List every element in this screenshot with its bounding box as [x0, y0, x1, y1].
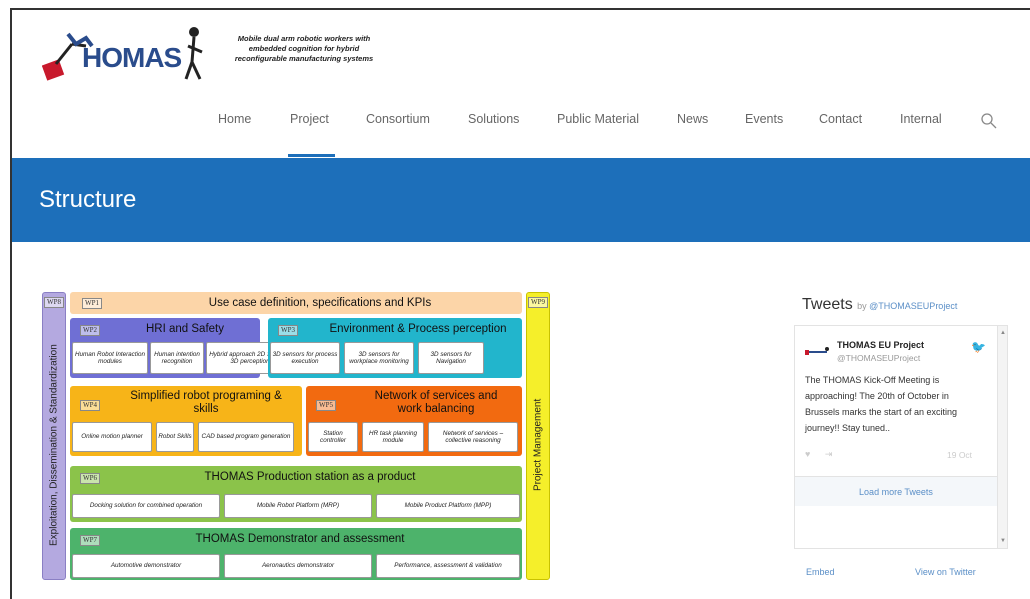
- wp2-title: HRI and Safety: [146, 323, 224, 335]
- wp7-cell: Performance, assessment & validation: [376, 554, 520, 578]
- nav-consortium[interactable]: Consortium: [366, 112, 430, 126]
- tweet-text: The THOMAS Kick-Off Meeting is approachi…: [805, 375, 958, 433]
- tweet-date[interactable]: 19 Oct: [947, 450, 972, 460]
- nav-home[interactable]: Home: [218, 112, 251, 126]
- nav-public-material[interactable]: Public Material: [557, 112, 639, 126]
- wp5-cell: Network of services – collective reasoni…: [428, 422, 518, 452]
- thomas-logo[interactable]: HOMAS: [42, 24, 212, 86]
- wp6-cell: Mobile Product Platform (MPP): [376, 494, 520, 518]
- wp2-box: WP2 HRI and Safety Human Robot Interacti…: [70, 318, 294, 378]
- wp7-cell: Aeronautics demonstrator: [224, 554, 372, 578]
- wp1-box: WP1 Use case definition, specifications …: [70, 292, 522, 314]
- wp2-cell: Human intention recognition: [150, 342, 204, 374]
- wp4-cell: Robot Skills: [156, 422, 194, 452]
- search-icon[interactable]: [980, 112, 998, 130]
- load-more-tweets-button[interactable]: Load more Tweets: [795, 476, 997, 506]
- wp4-title: Simplified robot programing & skills: [130, 390, 282, 415]
- wp7-title: THOMAS Demonstrator and assessment: [195, 533, 405, 545]
- wp5-title: Network of services and work balancing: [374, 390, 498, 415]
- wp6-cell: Mobile Robot Platform (MRP): [224, 494, 372, 518]
- view-on-twitter-link[interactable]: View on Twitter: [915, 567, 976, 577]
- wp6-cell: Docking solution for combined operation: [72, 494, 220, 518]
- wp3-title: Environment & Process perception: [329, 323, 507, 335]
- logo-tagline: Mobile dual arm robotic workers with emb…: [234, 34, 374, 63]
- nav-project[interactable]: Project: [288, 112, 335, 157]
- twitter-bird-icon: 🐦: [971, 340, 986, 354]
- wp8-box: WP8 Exploitation, Dissemination & Standa…: [42, 292, 66, 580]
- project-structure-diagram: WP8 Exploitation, Dissemination & Standa…: [42, 290, 552, 582]
- page-title: Structure: [39, 186, 137, 213]
- wp7-box: WP7 THOMAS Demonstrator and assessment A…: [70, 528, 522, 580]
- tweets-heading: Tweets by @THOMASEUProject: [802, 296, 958, 313]
- wp5-cell: Station controller: [308, 422, 358, 452]
- thomas-avatar-icon[interactable]: [805, 346, 829, 356]
- embed-link[interactable]: Embed: [806, 567, 835, 577]
- wp8-label: Exploitation, Dissemination & Standardiz…: [48, 344, 60, 546]
- wp6-title: THOMAS Production station as a product: [204, 471, 416, 483]
- nav-solutions[interactable]: Solutions: [468, 112, 519, 126]
- wp3-cell: 3D sensors for Navigation: [418, 342, 484, 374]
- nav-contact[interactable]: Contact: [819, 112, 862, 126]
- nav-events[interactable]: Events: [745, 112, 783, 126]
- tweet-timeline[interactable]: ▲ ▼ THOMAS EU Project @THOMASEUProject 🐦…: [794, 325, 1008, 549]
- wp4-cell: CAD based program generation: [198, 422, 294, 452]
- share-icon[interactable]: ⇥: [825, 449, 833, 459]
- wp9-box: WP9 Project Management: [526, 292, 550, 580]
- wp7-cell: Automotive demonstrator: [72, 554, 220, 578]
- page-banner: Structure: [12, 158, 1030, 242]
- wp6-box: WP6 THOMAS Production station as a produ…: [70, 466, 522, 522]
- wp3-cell: 3D sensors for process execution: [270, 342, 340, 374]
- tweet-author-name[interactable]: THOMAS EU Project: [837, 340, 924, 350]
- nav-news[interactable]: News: [677, 112, 708, 126]
- tweet-scrollbar[interactable]: ▲ ▼: [997, 326, 1007, 548]
- wp1-title: Use case definition, specifications and …: [208, 297, 432, 309]
- tweet-author-handle[interactable]: @THOMASEUProject: [837, 353, 920, 363]
- wp5-cell: HR task planning module: [362, 422, 424, 452]
- wp3-box: WP3 Environment & Process perception 3D …: [268, 318, 522, 378]
- wp3-cell: 3D sensors for workplace monitoring: [344, 342, 414, 374]
- wp4-cell: Online motion planner: [72, 422, 152, 452]
- wp2-cell: Human Robot Interaction modules: [72, 342, 148, 374]
- twitter-handle-link[interactable]: @THOMASEUProject: [869, 301, 957, 311]
- like-icon[interactable]: ♥: [805, 449, 810, 459]
- page-frame: HOMAS Mobile dual arm robotic workers wi…: [10, 8, 1030, 599]
- main-nav: Home Project Consortium Solutions Public…: [12, 112, 1030, 157]
- wp4-box: WP4 Simplified robot programing & skills…: [70, 386, 302, 456]
- logo-text: HOMAS: [82, 42, 182, 73]
- nav-internal[interactable]: Internal: [900, 112, 942, 126]
- wp5-box: WP5 Network of services and work balanci…: [306, 386, 522, 456]
- wp9-label: Project Management: [532, 398, 544, 492]
